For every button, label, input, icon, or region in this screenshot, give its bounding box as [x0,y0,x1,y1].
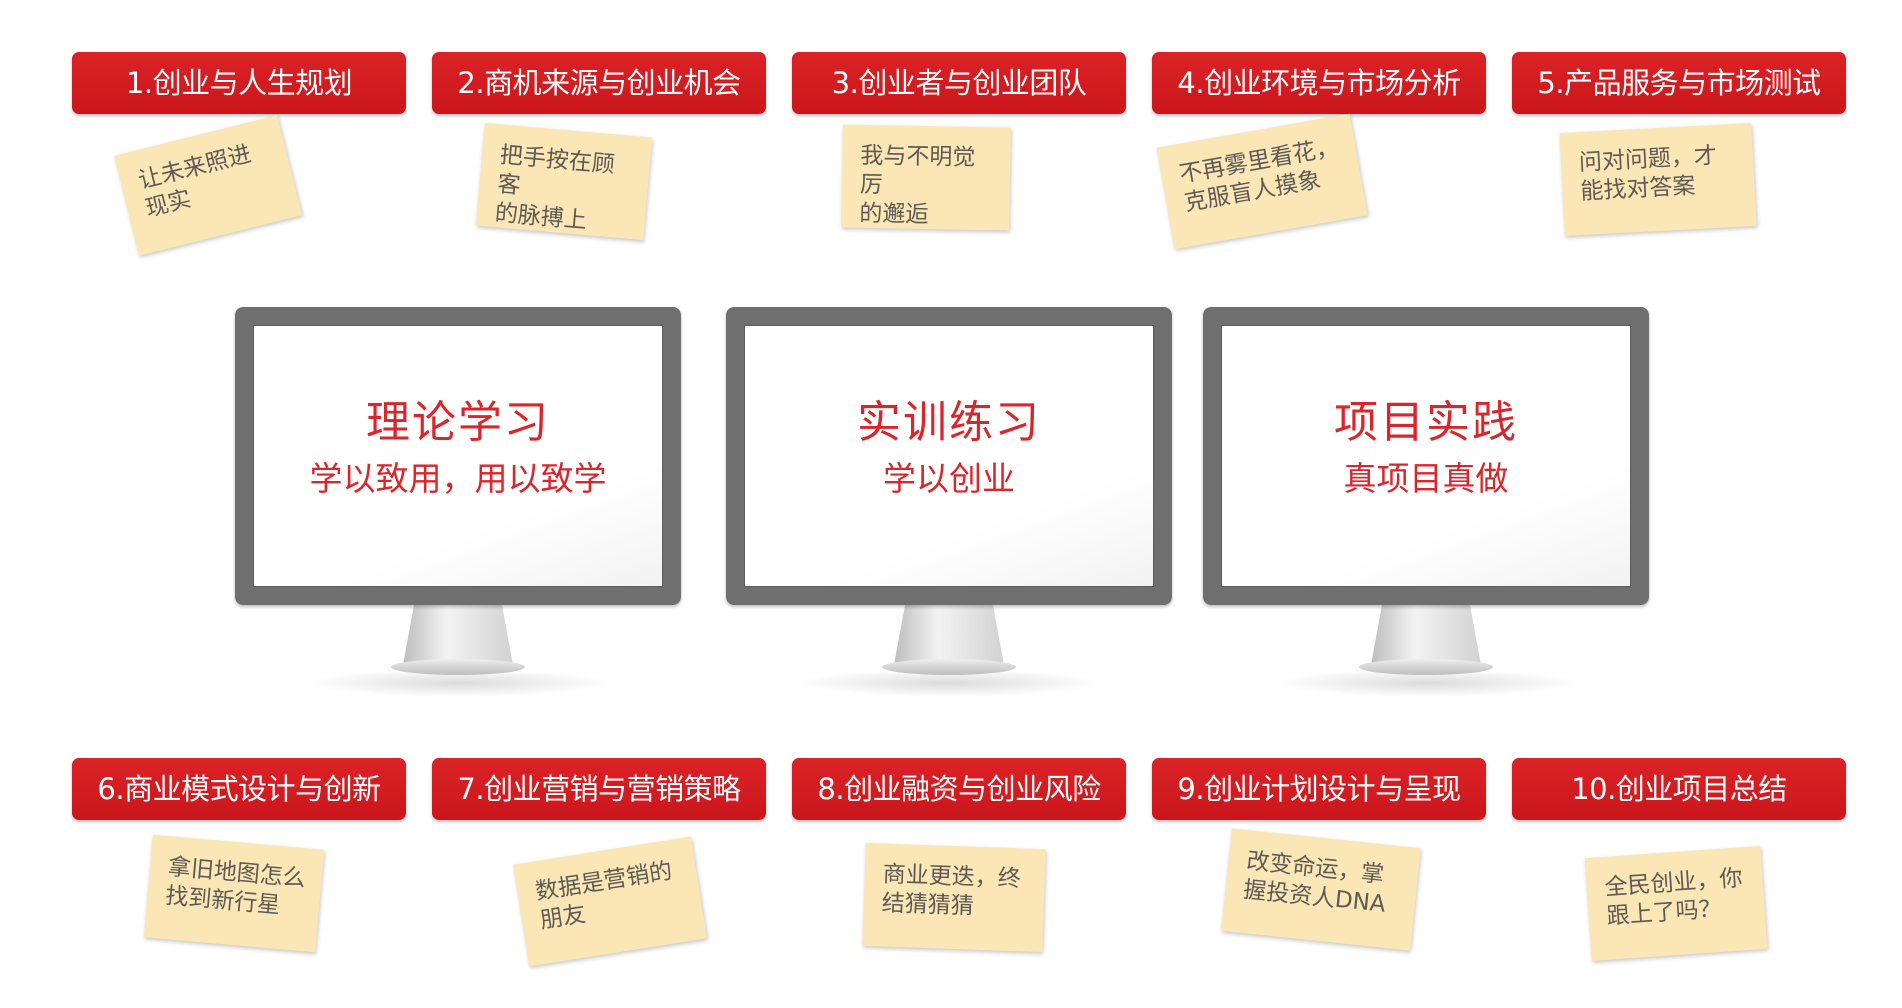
module-2-badge: 2.商机来源与创业机会 [432,52,766,114]
monitor-screen [1203,307,1649,605]
module-7-note: 数据是营销的 朋友 [513,836,707,967]
monitor-subtitle: 学以致用，用以致学 [309,459,607,498]
monitor-stand [894,605,1004,665]
module-6-note: 拿旧地图怎么 找到新行星 [143,834,325,953]
module-5-badge: 5.产品服务与市场测试 [1512,52,1846,114]
monitor-practice: 项目实践 真项目真做 [1203,307,1649,717]
monitor-subtitle: 真项目真做 [1343,459,1509,498]
module-10-badge: 10.创业项目总结 [1512,758,1846,820]
module-7-badge: 7.创业营销与营销策略 [432,758,766,820]
note-line: 的邂逅 [859,200,929,229]
module-5-note: 问对问题，才 能找对答案 [1559,123,1757,236]
module-1-badge: 1.创业与人生规划 [72,52,406,114]
module-3-note: 我与不明觉厉 的邂逅 [841,124,1011,231]
module-9-badge: 9.创业计划设计与呈现 [1152,758,1486,820]
monitor-stand [403,605,513,665]
monitor-base [391,659,525,675]
monitor-theory: 理论学习 学以致用，用以致学 [235,307,681,717]
module-3-badge: 3.创业者与创业团队 [792,52,1126,114]
module-2-note: 把手按在顾客 的脉搏上 [475,122,653,241]
monitor-title: 项目实践 [1334,397,1518,448]
monitor-training: 实训练习 学以创业 [726,307,1172,717]
module-8-badge: 8.创业融资与创业风险 [792,758,1126,820]
module-8-note: 商业更迭，终 结猜猜猜 [862,842,1046,953]
module-1-note: 让未来照进 现实 [114,115,302,256]
monitor-subtitle: 学以创业 [883,459,1015,498]
note-line: 我与不明觉厉 [859,142,976,199]
monitor-stand [1371,605,1481,665]
monitor-screen [235,307,681,605]
module-4-badge: 4.创业环境与市场分析 [1152,52,1486,114]
monitor-base [882,659,1016,675]
monitor-screen [726,307,1172,605]
monitor-title: 实训练习 [857,397,1041,448]
module-6-badge: 6.商业模式设计与创新 [72,758,406,820]
module-10-note: 全民创业，你 跟上了吗？ [1584,845,1768,962]
monitor-title: 理论学习 [366,397,550,448]
monitor-base [1359,659,1493,675]
module-4-note: 不再雾里看花， 克服盲人摸象 [1156,113,1368,250]
note-line: 结猜猜猜 [881,890,975,920]
module-9-note: 改变命运，掌 握投资人DNA [1221,828,1421,951]
